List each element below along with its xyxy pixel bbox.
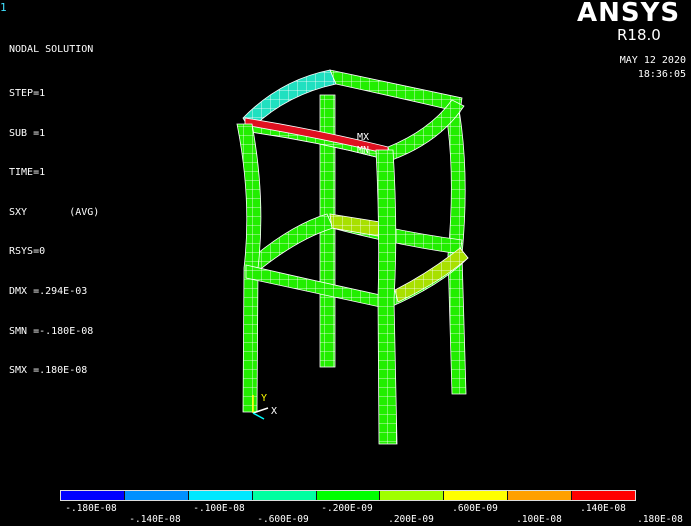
z-axis-line — [252, 412, 265, 420]
legend-tick-label: .100E-08 — [516, 514, 562, 525]
legend-tick-label: .200E-09 — [388, 514, 434, 525]
legend-swatch — [316, 491, 381, 500]
legend-swatch — [188, 491, 253, 500]
legend-tick-label: -.140E-08 — [129, 514, 181, 525]
lower-beam-front-left — [245, 264, 386, 309]
legend-tick-label: .180E-08 — [637, 514, 683, 525]
legend-swatch — [61, 491, 125, 500]
legend-tick-label: -.600E-09 — [257, 514, 309, 525]
max-marker: MX — [357, 132, 369, 143]
legend-swatch — [444, 491, 509, 500]
legend-swatch — [508, 491, 573, 500]
legend-tick-label: -.200E-09 — [321, 503, 373, 514]
contour-legend — [60, 490, 636, 501]
min-marker: MN — [357, 145, 369, 156]
legend-swatch — [124, 491, 189, 500]
legend-tick-label: -.180E-08 — [65, 503, 117, 514]
legend-swatch — [380, 491, 445, 500]
legend-swatch — [252, 491, 317, 500]
legend-tick-label: -.100E-08 — [193, 503, 245, 514]
column-front — [375, 149, 398, 445]
model-viewport[interactable]: MX MN Y X — [0, 0, 691, 480]
y-axis-label: Y — [261, 393, 267, 404]
legend-swatch — [572, 491, 636, 500]
upper-beam-back-right — [329, 69, 463, 113]
legend-tick-label: .140E-08 — [580, 503, 626, 514]
x-axis-label: X — [271, 406, 277, 417]
legend-tick-label: .600E-09 — [452, 503, 498, 514]
